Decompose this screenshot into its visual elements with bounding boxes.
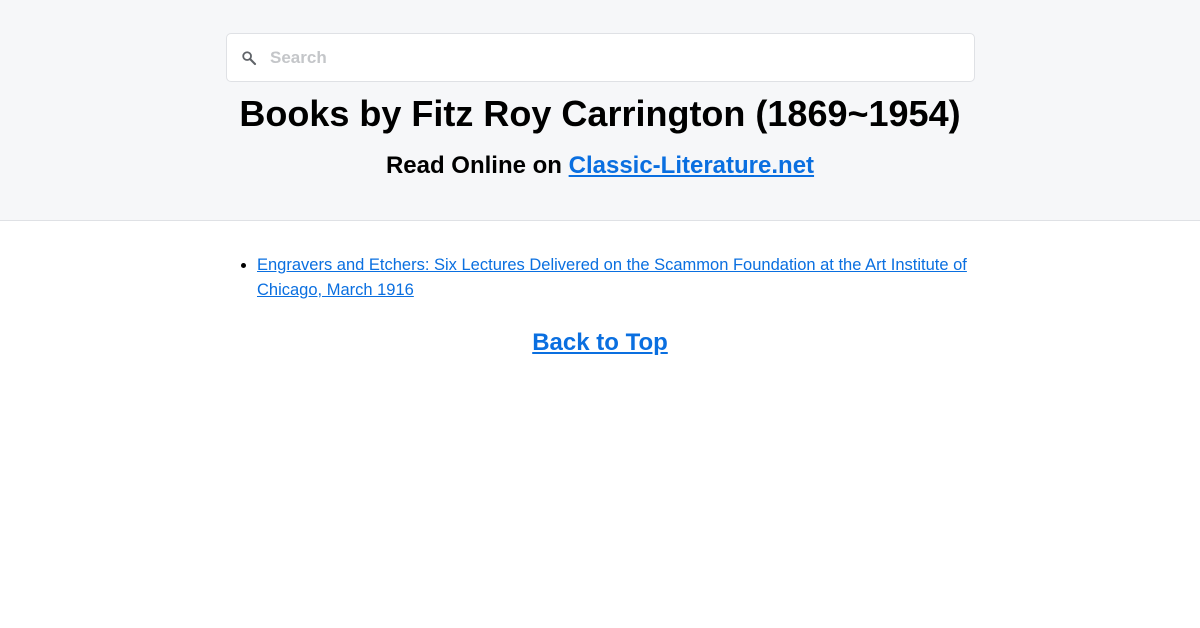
search-icon — [242, 51, 257, 66]
subtitle: Read Online on Classic-Literature.net — [0, 150, 1200, 182]
book-link[interactable]: Engravers and Etchers: Six Lectures Deli… — [257, 256, 967, 299]
page-title: Books by Fitz Roy Carrington (1869~1954) — [239, 93, 961, 134]
search-bar[interactable] — [226, 33, 975, 82]
book-list: Engravers and Etchers: Six Lectures Deli… — [257, 253, 972, 303]
back-to-top-container: Back to Top — [0, 326, 1200, 360]
page-header: Books by Fitz Roy Carrington (1869~1954)… — [0, 0, 1200, 221]
site-link[interactable]: Classic-Literature.net — [569, 152, 814, 179]
subtitle-prefix: Read Online on — [385, 152, 562, 179]
back-to-top-link[interactable]: Back to Top — [532, 329, 668, 356]
list-item: Engravers and Etchers: Six Lectures Deli… — [257, 253, 972, 303]
search-input[interactable] — [270, 34, 960, 81]
